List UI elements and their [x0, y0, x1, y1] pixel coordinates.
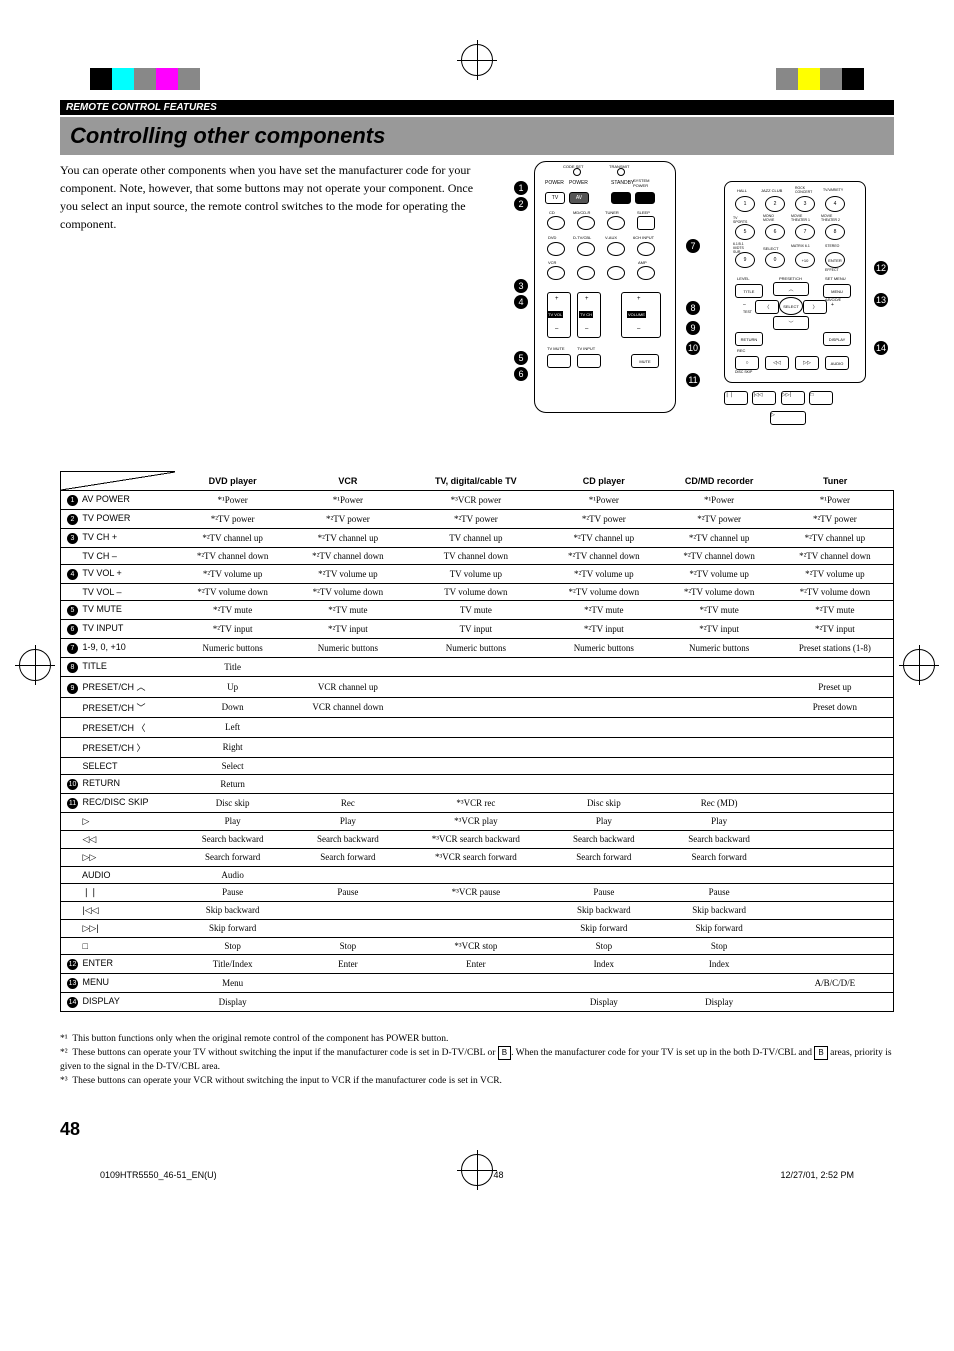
- callout-1: 1: [514, 181, 528, 195]
- table-row: 5 TV MUTE*²TV mute*²TV muteTV mute*²TV m…: [61, 600, 894, 619]
- section-header: REMOTE CONTROL FEATURES: [60, 100, 894, 115]
- callout-9: 9: [686, 321, 700, 335]
- callout-10: 10: [686, 341, 700, 355]
- page-number: 48: [60, 1119, 894, 1140]
- col-tuner: Tuner: [777, 472, 894, 491]
- table-row: ▷PlayPlay*³VCR playPlayPlay: [61, 812, 894, 830]
- table-row: PRESET/CH 〉Right: [61, 737, 894, 757]
- callout-4: 4: [514, 295, 528, 309]
- table-row: 10 RETURNReturn: [61, 774, 894, 793]
- table-row: 14 DISPLAYDisplayDisplayDisplay: [61, 992, 894, 1011]
- table-row: ▷▷|Skip forwardSkip forwardSkip forward: [61, 919, 894, 937]
- callout-12: 12: [874, 261, 888, 275]
- main-title: Controlling other components: [60, 117, 894, 155]
- table-row: 13 MENUMenuA/B/C/D/E: [61, 973, 894, 992]
- table-row: TV CH –*²TV channel down*²TV channel dow…: [61, 547, 894, 564]
- table-row: 9 PRESET/CH ︿UpVCR channel upPreset up: [61, 676, 894, 697]
- table-row: PRESET/CH 〈Left: [61, 717, 894, 737]
- callout-11: 11: [686, 373, 700, 387]
- table-row: ▷▷Search forwardSearch forward*³VCR sear…: [61, 848, 894, 866]
- callout-7: 7: [686, 239, 700, 253]
- table-row: PRESET/CH ﹀DownVCR channel downPreset do…: [61, 697, 894, 717]
- callout-8: 8: [686, 301, 700, 315]
- table-row: ❘❘PausePause*³VCR pausePausePause: [61, 883, 894, 901]
- callout-5: 5: [514, 351, 528, 365]
- col-cd: CD player: [546, 472, 661, 491]
- intro-text: You can operate other components when yo…: [60, 161, 494, 441]
- table-row: 6 TV INPUT*²TV input*²TV inputTV input*²…: [61, 619, 894, 638]
- col-vcr: VCR: [290, 472, 405, 491]
- table-row: TV VOL –*²TV volume down*²TV volume down…: [61, 583, 894, 600]
- col-tv: TV, digital/cable TV: [406, 472, 547, 491]
- callout-3: 3: [514, 279, 528, 293]
- table-row: 7 1-9, 0, +10Numeric buttonsNumeric butt…: [61, 638, 894, 657]
- callout-2: 2: [514, 197, 528, 211]
- remote-body-right: 1 2 3 4 HALL JAZZ CLUB ROCKCONCERT TV/VA…: [724, 181, 866, 383]
- table-row: 12 ENTERTitle/IndexEnterEnterIndexIndex: [61, 954, 894, 973]
- remote-body-left: TV AV POWER POWER STANDBY SYSTEMPOWER CO…: [534, 161, 676, 413]
- remote-diagram: 1 2 3 4 5 6 7 8 9 10 11 12 13 14 TV AV P…: [514, 161, 894, 441]
- callout-14: 14: [874, 341, 888, 355]
- table-row: 8 TITLETitle: [61, 657, 894, 676]
- table-row: 3 TV CH +*²TV channel up*²TV channel upT…: [61, 528, 894, 547]
- table-row: □StopStop*³VCR stopStopStop: [61, 937, 894, 954]
- table-row: 4 TV VOL +*²TV volume up*²TV volume upTV…: [61, 564, 894, 583]
- control-table: DVD player VCR TV, digital/cable TV CD p…: [60, 471, 894, 1012]
- table-row: AUDIOAudio: [61, 866, 894, 883]
- col-cdmd: CD/MD recorder: [661, 472, 776, 491]
- callout-13: 13: [874, 293, 888, 307]
- table-row: 1 AV POWER*¹Power*¹Power*³VCR power*¹Pow…: [61, 490, 894, 509]
- col-dvd: DVD player: [175, 472, 290, 491]
- table-row: 11 REC/DISC SKIPDisc skipRec*³VCR recDis…: [61, 793, 894, 812]
- callout-6: 6: [514, 367, 528, 381]
- footnotes: *¹ This button functions only when the o…: [60, 1032, 894, 1089]
- table-row: |◁◁Skip backwardSkip backwardSkip backwa…: [61, 901, 894, 919]
- table-row: SELECTSelect: [61, 757, 894, 774]
- table-row: 2 TV POWER*²TV power*²TV power*²TV power…: [61, 509, 894, 528]
- table-row: ◁◁Search backwardSearch backward*³VCR se…: [61, 830, 894, 848]
